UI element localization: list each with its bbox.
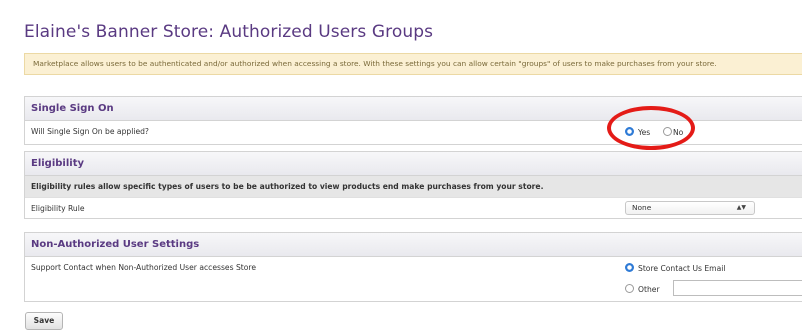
other-label: Other xyxy=(638,284,660,294)
eligibility-rule-label: Eligibility Rule xyxy=(31,204,85,213)
other-contact-input[interactable] xyxy=(673,280,802,296)
non-auth-section-title: Non-Authorized User Settings xyxy=(25,233,802,257)
info-notice: Marketplace allows users to be authentic… xyxy=(24,53,802,75)
store-contact-option[interactable]: Store Contact Us Email xyxy=(625,257,725,279)
page-title: Elaine's Banner Store: Authorized Users … xyxy=(24,22,434,42)
eligibility-description: Eligibility rules allow specific types o… xyxy=(25,176,802,197)
eligibility-rule-row: Eligibility Rule None ▲▼ xyxy=(25,197,802,219)
sso-no-label: No xyxy=(673,127,684,137)
sso-section-title: Single Sign On xyxy=(25,97,802,121)
sso-row: Will Single Sign On be applied? Yes No xyxy=(25,121,802,142)
non-auth-section: Non-Authorized User Settings Support Con… xyxy=(24,232,802,302)
sso-question: Will Single Sign On be applied? xyxy=(31,127,149,136)
save-button[interactable]: Save xyxy=(25,312,63,330)
radio-unselected-icon[interactable] xyxy=(625,283,634,293)
other-row: Other xyxy=(25,278,802,299)
eligibility-rule-value: None xyxy=(632,203,652,212)
sso-option-no[interactable]: No xyxy=(663,121,683,143)
sso-yes-label: Yes xyxy=(638,127,651,137)
other-option[interactable]: Other xyxy=(625,278,660,300)
radio-unselected-icon[interactable] xyxy=(663,126,672,136)
eligibility-section-title: Eligibility xyxy=(25,152,802,176)
support-contact-row: Support Contact when Non-Authorized User… xyxy=(25,257,802,278)
store-contact-label: Store Contact Us Email xyxy=(638,263,726,273)
sso-option-yes[interactable]: Yes xyxy=(625,121,650,143)
select-arrows-icon: ▲▼ xyxy=(736,204,746,211)
radio-selected-icon[interactable] xyxy=(625,126,634,136)
eligibility-rule-select[interactable]: None ▲▼ xyxy=(625,201,755,215)
support-contact-label: Support Contact when Non-Authorized User… xyxy=(31,263,257,272)
sso-section: Single Sign On Will Single Sign On be ap… xyxy=(24,96,802,145)
eligibility-section: Eligibility Eligibility rules allow spec… xyxy=(24,151,802,219)
page-frame: Elaine's Banner Store: Authorized Users … xyxy=(0,0,802,335)
radio-selected-icon[interactable] xyxy=(625,262,634,272)
